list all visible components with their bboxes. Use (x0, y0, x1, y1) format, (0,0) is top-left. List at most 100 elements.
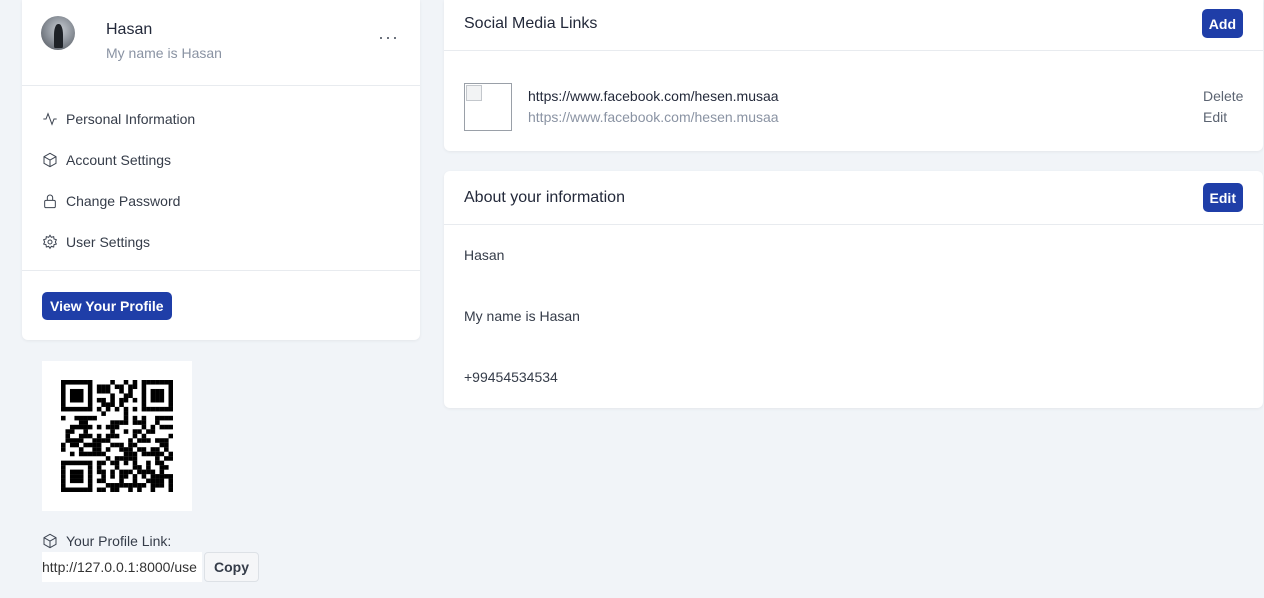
qr-module (114, 442, 120, 448)
qr-module (96, 433, 102, 439)
edit-about-button[interactable]: Edit (1202, 183, 1243, 212)
qr-module (96, 460, 102, 466)
qr-module (87, 415, 93, 421)
qr-module (159, 415, 165, 421)
qr-module (137, 438, 142, 443)
qr-module (69, 474, 75, 479)
qr-module (78, 438, 84, 443)
qr-module (168, 415, 173, 421)
qr-module (65, 406, 71, 412)
qr-module (119, 388, 124, 394)
qr-module (159, 478, 165, 484)
delete-link-button[interactable]: Delete (1203, 88, 1243, 104)
qr-module (123, 456, 129, 461)
qr-module (69, 388, 75, 394)
more-options-icon[interactable]: ··· (378, 28, 399, 46)
qr-module (128, 469, 133, 475)
qr-module (110, 429, 115, 434)
broken-image-icon (466, 85, 482, 101)
qr-module (74, 460, 80, 466)
qr-module (123, 469, 129, 475)
qr-module (101, 411, 106, 416)
profile-link-label: Your Profile Link: (42, 533, 171, 549)
qr-module (128, 442, 133, 448)
qr-module (74, 388, 80, 394)
social-card-title: Social Media Links (464, 15, 598, 32)
qr-module (87, 460, 93, 466)
qr-module (110, 487, 115, 492)
menu-item-label: Change Password (66, 192, 181, 209)
qr-module (78, 474, 84, 479)
qr-module (114, 424, 120, 430)
social-card-header: Social Media Links Add (444, 0, 1263, 51)
qr-module (137, 420, 142, 425)
qr-module (168, 380, 173, 385)
qr-module (92, 415, 97, 421)
qr-module (65, 380, 71, 385)
qr-module (132, 442, 138, 448)
about-phone: +99454534534 (464, 369, 558, 385)
qr-module (87, 474, 93, 479)
copy-button[interactable]: Copy (204, 552, 259, 582)
qr-module (110, 469, 115, 475)
qr-module (164, 465, 169, 470)
qr-module (146, 406, 151, 412)
qr-module (87, 393, 93, 399)
activity-icon (43, 111, 57, 126)
qr-module (155, 460, 160, 466)
qr-module (69, 487, 75, 492)
add-link-button[interactable]: Add (1201, 9, 1243, 38)
qr-module (137, 469, 142, 475)
qr-module (69, 406, 75, 412)
edit-link-button[interactable]: Edit (1203, 109, 1227, 125)
qr-module (128, 388, 133, 394)
qr-module (105, 424, 111, 430)
social-link-url[interactable]: https://www.facebook.com/hesen.musaa (528, 88, 779, 104)
qr-module (141, 483, 147, 488)
qr-module (92, 442, 97, 448)
profile-header: Hasan My name is Hasan ··· (22, 0, 420, 86)
qr-module (159, 438, 165, 443)
qr-module (65, 438, 71, 443)
qr-module (168, 384, 173, 390)
qr-module (114, 483, 120, 488)
menu-item-account-settings[interactable]: Account Settings (22, 139, 420, 180)
qr-module (155, 393, 160, 399)
gear-icon (42, 233, 58, 249)
qr-module (83, 433, 88, 439)
qr-module (83, 406, 88, 412)
about-card: About your information Edit Hasan My nam… (444, 171, 1263, 408)
qr-module (119, 402, 124, 407)
qr-module (155, 483, 160, 488)
qr-module (101, 438, 106, 443)
profile-link-input[interactable] (42, 552, 202, 582)
qr-module (132, 456, 138, 461)
qr-code-image (61, 380, 173, 492)
qr-module (150, 487, 156, 492)
qr-module (96, 469, 102, 475)
qr-module (168, 433, 173, 439)
qr-module (164, 456, 169, 461)
qr-module (101, 402, 106, 407)
qr-module (155, 447, 160, 452)
qr-module (137, 429, 142, 434)
view-profile-button[interactable]: View Your Profile (42, 292, 172, 320)
qr-module (61, 447, 66, 452)
qr-module (123, 451, 129, 457)
profile-link-label-text: Your Profile Link: (66, 533, 172, 549)
qr-module (105, 406, 111, 412)
menu-item-personal-information[interactable]: Personal Information (22, 98, 420, 139)
menu-item-user-settings[interactable]: User Settings (22, 221, 420, 262)
qr-module (96, 406, 102, 412)
qr-module (114, 465, 120, 470)
menu-item-change-password[interactable]: Change Password (22, 180, 420, 221)
qr-module (105, 447, 111, 452)
menu-item-label: Account Settings (66, 151, 172, 168)
qr-module (114, 406, 120, 412)
qr-module (159, 469, 165, 475)
qr-module (132, 397, 138, 403)
qr-module (96, 451, 102, 457)
qr-module (159, 465, 165, 470)
qr-module (69, 442, 75, 448)
qr-module (87, 483, 93, 488)
